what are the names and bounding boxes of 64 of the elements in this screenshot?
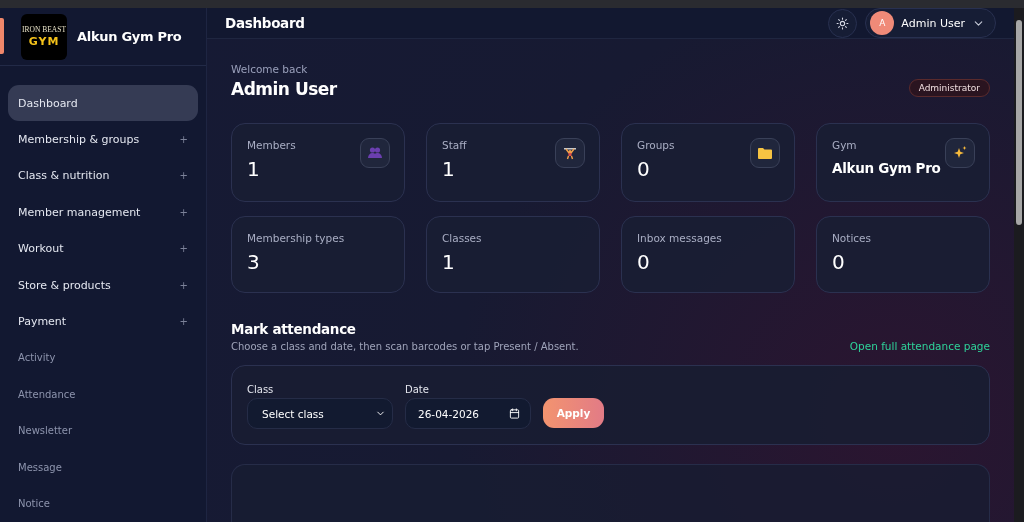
stat-label: Staff	[442, 139, 468, 151]
stat-value: 3	[247, 250, 261, 274]
stat-value: Alkun Gym Pro	[832, 160, 942, 176]
sparkles-icon	[953, 146, 967, 160]
user-menu-button[interactable]: A Admin User	[865, 8, 996, 38]
sidebar-item[interactable]: Notice	[8, 485, 198, 522]
expand-toggle[interactable]: +	[179, 134, 188, 146]
sidebar-item[interactable]: Payment +	[8, 303, 198, 340]
weightlifter-icon	[563, 146, 577, 160]
people-icon	[368, 147, 382, 159]
field-label: Class	[247, 384, 275, 395]
role-badge: Administrator	[908, 79, 990, 97]
stat-label: Gym	[832, 139, 858, 151]
welcome-text: Welcome back	[231, 63, 309, 75]
sidebar-item[interactable]: Attendance	[8, 376, 198, 413]
sidebar-item[interactable]: Workout +	[8, 230, 198, 267]
attendance-page-link[interactable]: Open full attendance page	[849, 340, 990, 352]
stat-label: Groups	[637, 139, 676, 151]
expand-toggle[interactable]: +	[179, 316, 188, 328]
sidebar-item[interactable]: Activity	[8, 339, 198, 377]
class-select[interactable]: Select class	[247, 398, 393, 429]
sidebar-item[interactable]: Class & nutrition +	[8, 157, 198, 195]
stat-value: 1	[442, 157, 456, 181]
sidebar-item[interactable]: Store & products +	[8, 266, 198, 304]
stat-value: 0	[637, 250, 651, 274]
expand-toggle[interactable]: +	[179, 170, 188, 182]
scrollbar-thumb[interactable]	[1016, 20, 1022, 225]
stat-value: 0	[832, 250, 846, 274]
stat-label: Members	[247, 139, 297, 151]
sidebar-label: Payment	[18, 315, 67, 329]
sidebar-item[interactable]: Dashboard	[8, 85, 198, 122]
stat-value: 0	[637, 157, 651, 181]
sidebar-label: Member management	[18, 205, 141, 219]
date-field[interactable]: 26-04-2026	[405, 398, 531, 429]
stat-value: 1	[442, 250, 456, 274]
sidebar-label: Store & products	[18, 278, 111, 292]
scrollbar[interactable]	[1014, 8, 1024, 522]
stat-label: Inbox messages	[637, 232, 723, 244]
sidebar-item[interactable]: Message	[8, 448, 198, 486]
user-avatar: A	[870, 11, 895, 35]
sidebar-item[interactable]: Membership & groups +	[8, 121, 198, 158]
expand-toggle[interactable]: +	[179, 243, 188, 255]
stat-label: Membership types	[247, 232, 346, 244]
folder-icon	[758, 147, 772, 159]
theme-toggle-button[interactable]	[828, 8, 858, 38]
sidebar-item[interactable]: Newsletter	[8, 412, 198, 449]
user-name: Admin User	[231, 79, 337, 99]
section-subtitle: Choose a class and date, then scan barcodes or tap Present / Absent.	[231, 341, 579, 352]
expand-toggle[interactable]: +	[179, 206, 188, 218]
sidebar-label: Membership & groups	[18, 133, 140, 147]
brand-name: Alkun Gym Pro	[77, 29, 182, 44]
stat-label: Notices	[832, 232, 873, 244]
stat-value: 1	[247, 157, 261, 181]
stat-label: Classes	[442, 232, 483, 244]
field-label: Date	[405, 384, 430, 395]
sidebar-label: Workout	[18, 242, 64, 256]
sun-icon	[836, 16, 850, 30]
active-indicator	[0, 18, 4, 54]
page-title: Dashboard	[225, 15, 305, 31]
calendar-icon	[509, 408, 520, 419]
sidebar-label: Class & nutrition	[18, 169, 110, 183]
section-title: Mark attendance	[231, 321, 357, 337]
sidebar-item[interactable]: Member management +	[8, 194, 198, 231]
expand-toggle[interactable]: +	[179, 279, 188, 291]
